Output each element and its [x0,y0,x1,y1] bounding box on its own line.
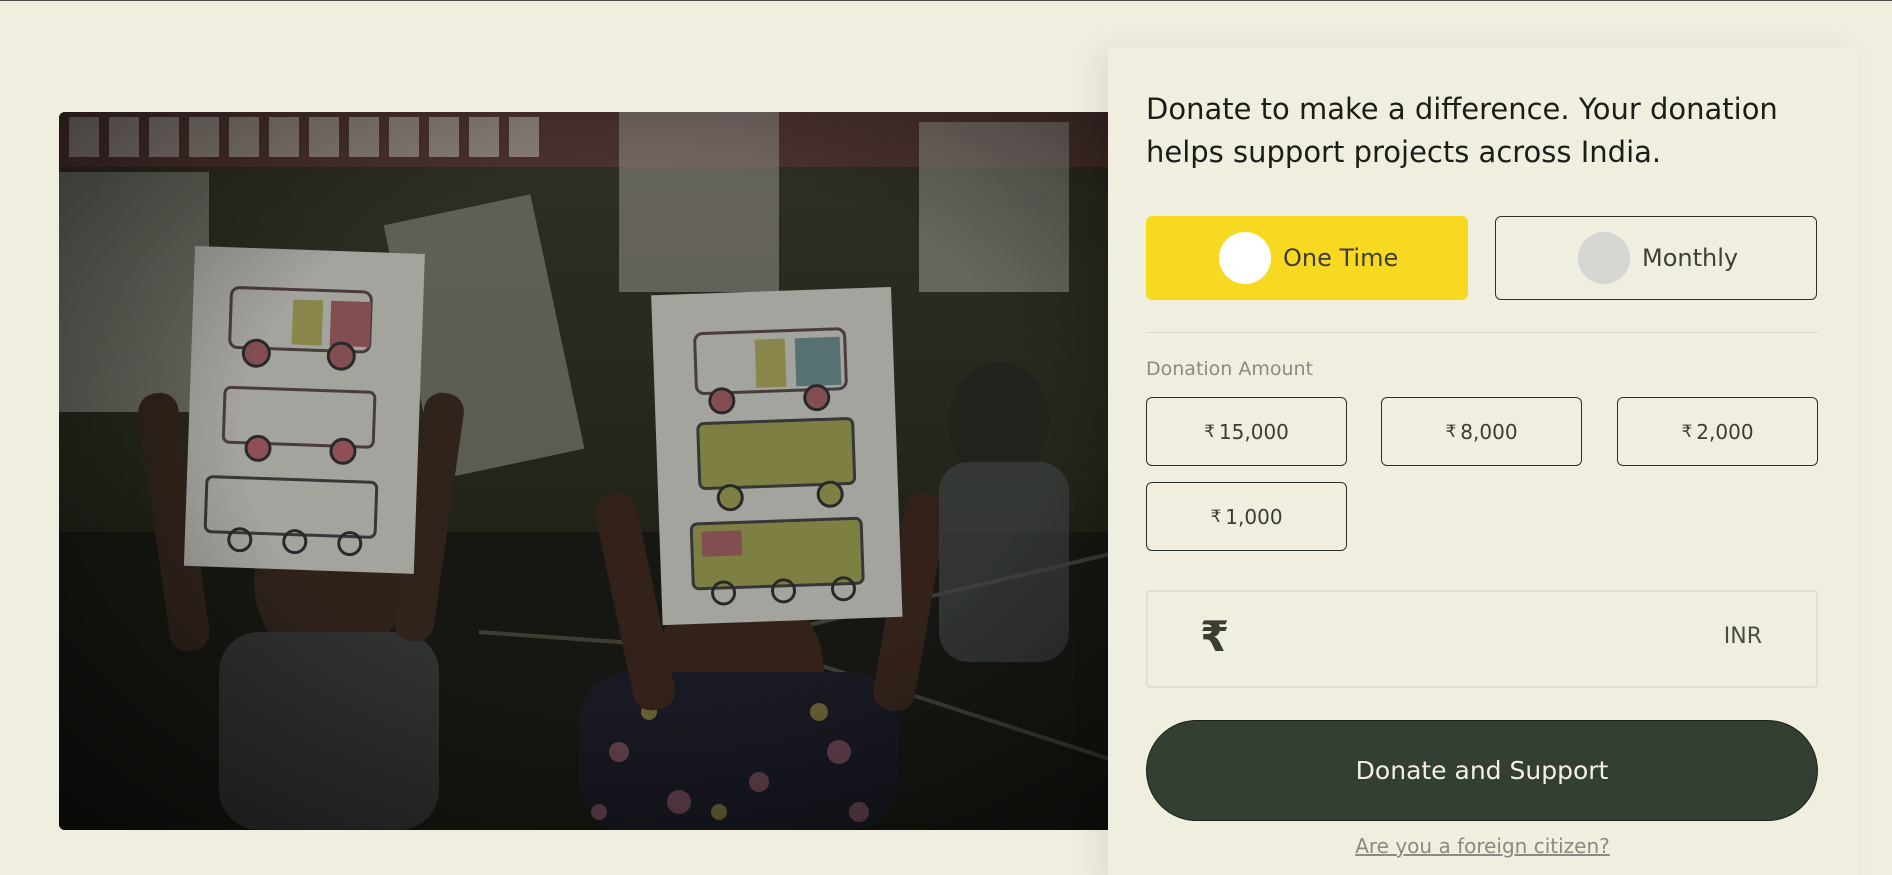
amount-button-8000[interactable]: ₹ 8,000 [1381,397,1582,466]
rupee-icon: ₹ [1681,421,1693,442]
radio-unselected-icon [1578,232,1630,284]
monthly-option[interactable]: Monthly [1495,216,1817,300]
monthly-label: Monthly [1642,244,1739,272]
rupee-icon: ₹ [1210,506,1222,527]
amount-button-15000[interactable]: ₹ 15,000 [1146,397,1347,466]
rupee-currency-icon: ₹ [1200,612,1230,661]
one-time-option[interactable]: One Time [1146,216,1468,300]
amount-value: 15,000 [1218,419,1289,444]
divider [1146,332,1818,333]
hero-image [59,112,1119,830]
donation-page: Donate to make a difference. Your donati… [0,0,1892,875]
donation-card: Donate to make a difference. Your donati… [1108,48,1857,875]
amount-button-1000[interactable]: ₹ 1,000 [1146,482,1347,551]
amount-button-2000[interactable]: ₹ 2,000 [1617,397,1818,466]
amount-value: 1,000 [1225,504,1283,529]
amount-value: 2,000 [1696,419,1754,444]
rupee-icon: ₹ [1445,421,1457,442]
donate-and-support-button[interactable]: Donate and Support [1146,720,1818,821]
currency-code: INR [1723,624,1762,649]
radio-selected-icon [1219,232,1271,284]
rupee-icon: ₹ [1204,421,1215,442]
custom-amount-input[interactable] [1248,612,1672,666]
foreign-citizen-link[interactable]: Are you a foreign citizen? [1108,834,1857,858]
one-time-label: One Time [1283,244,1399,272]
donation-amount-label: Donation Amount [1146,358,1314,380]
custom-amount-field[interactable]: ₹ INR [1146,590,1818,688]
amount-value: 8,000 [1460,419,1518,444]
children-drawings-photo [59,112,1119,830]
donate-headline: Donate to make a difference. Your donati… [1146,92,1778,169]
top-border [0,0,1892,1]
